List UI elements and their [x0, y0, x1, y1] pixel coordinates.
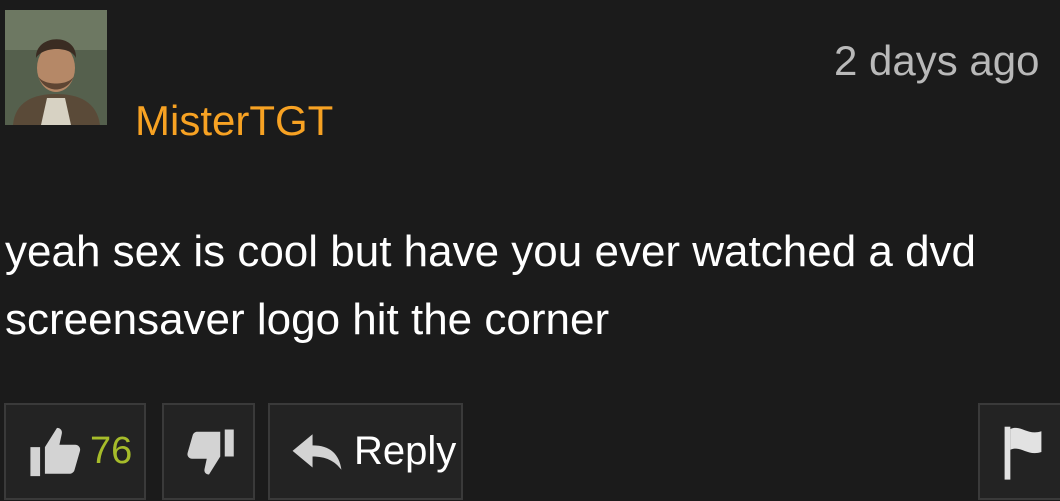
comment-body: yeah sex is cool but have you ever watch… [5, 218, 1060, 354]
username[interactable]: MisterTGT [135, 96, 333, 146]
comment-line: yeah sex is cool but have you ever watch… [5, 227, 977, 276]
thumbs-up-icon [28, 423, 86, 481]
reply-button[interactable]: Reply [268, 403, 463, 500]
flag-button[interactable] [978, 403, 1060, 500]
avatar-image [5, 10, 107, 125]
avatar[interactable] [5, 10, 107, 125]
comment-card: MisterTGT 2 days ago yeah sex is cool bu… [0, 0, 1060, 501]
comment-line: screensaver logo hit the corner [5, 295, 610, 344]
timestamp: 2 days ago [834, 37, 1040, 84]
like-button[interactable]: 76 [4, 403, 146, 500]
flag-icon [1000, 424, 1046, 480]
dislike-button[interactable] [162, 403, 255, 500]
reply-label: Reply [354, 429, 457, 473]
reply-arrow-icon [290, 432, 344, 472]
like-count: 76 [90, 430, 133, 472]
thumbs-down-icon [182, 425, 236, 479]
